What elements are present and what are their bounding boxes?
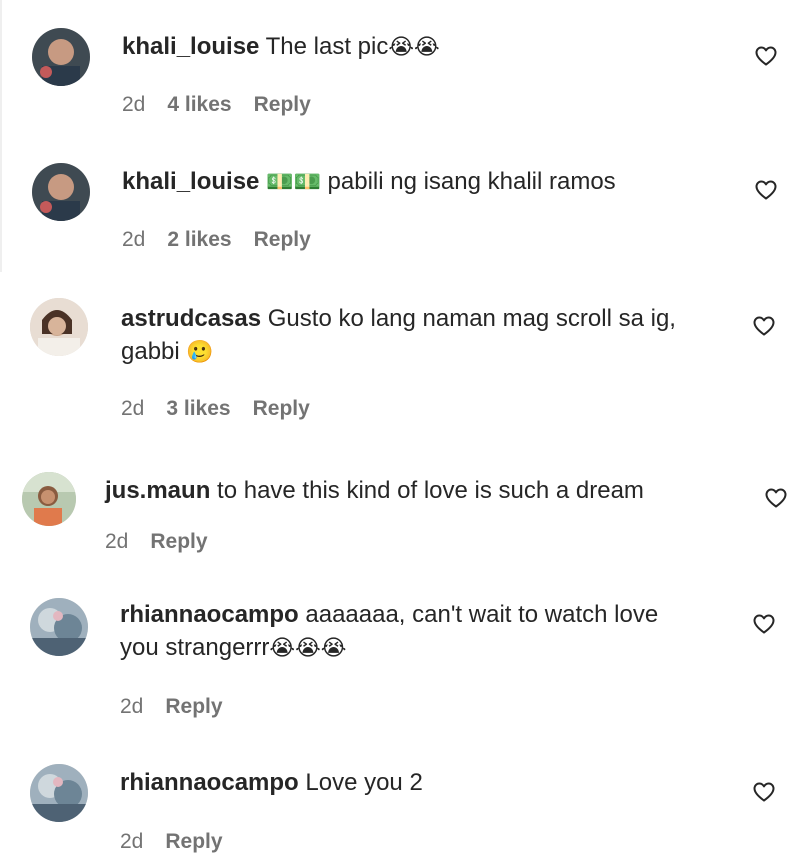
comment-body: rhiannaocampo aaaaaaa, can't wait to wat…	[120, 598, 740, 665]
comment-time: 2d	[122, 228, 146, 251]
reply-thread-line	[0, 0, 2, 272]
comment-username[interactable]: astrudcasas	[121, 305, 261, 332]
avatar[interactable]	[30, 598, 88, 656]
comment-username[interactable]: khali_louise	[122, 33, 259, 60]
comment-body: khali_louise 💵💵 pabili ng isang khalil r…	[122, 165, 616, 199]
crying-emoji: 😭😭😭	[269, 636, 347, 661]
heart-outline-icon[interactable]	[754, 44, 778, 68]
comment-text: pabili ng isang khalil ramos	[327, 168, 616, 195]
comment-username[interactable]: rhiannaocampo	[120, 769, 299, 796]
smiling-tear-emoji: 🥲	[186, 340, 214, 365]
comment-text-continued: gabbi	[121, 338, 180, 365]
comment-time: 2d	[105, 530, 129, 553]
heart-outline-icon[interactable]	[752, 780, 776, 804]
comment-text-continued: you strangerrr	[120, 634, 270, 661]
comment-likes[interactable]: 2 likes	[167, 228, 231, 252]
reply-button[interactable]: Reply	[254, 93, 311, 117]
comment-meta: 2d Reply	[120, 695, 223, 719]
comment-username[interactable]: rhiannaocampo	[120, 601, 299, 628]
reply-button[interactable]: Reply	[150, 530, 207, 554]
crying-emoji: 😭😭	[388, 35, 440, 60]
avatar[interactable]	[30, 764, 88, 822]
comment-text: to have this kind of love is such a drea…	[217, 477, 644, 504]
comment-text: Gusto ko lang naman mag scroll sa ig,	[267, 305, 676, 332]
comment-body: jus.maun to have this kind of love is su…	[105, 474, 644, 507]
comment-text: The last pic	[265, 33, 389, 60]
heart-outline-icon[interactable]	[754, 178, 778, 202]
comment-username[interactable]: khali_louise	[122, 168, 259, 195]
comment-time: 2d	[121, 397, 145, 420]
comment-time: 2d	[120, 830, 144, 853]
reply-button[interactable]: Reply	[254, 228, 311, 252]
heart-outline-icon[interactable]	[752, 612, 776, 636]
reply-button[interactable]: Reply	[253, 397, 310, 421]
comment-meta: 2d 3 likes Reply	[121, 397, 310, 421]
comment-time: 2d	[122, 93, 146, 116]
avatar[interactable]	[22, 472, 76, 526]
comment-time: 2d	[120, 695, 144, 718]
comment-body: astrudcasas Gusto ko lang naman mag scro…	[121, 302, 741, 369]
money-emoji: 💵💵	[266, 170, 321, 195]
comment-text: Love you 2	[305, 769, 423, 796]
comment-meta: 2d Reply	[105, 530, 208, 554]
comment-username[interactable]: jus.maun	[105, 477, 210, 504]
comment-body: khali_louise The last pic😭😭	[122, 30, 440, 64]
comment-likes[interactable]: 3 likes	[166, 397, 230, 421]
reply-button[interactable]: Reply	[165, 695, 222, 719]
heart-outline-icon[interactable]	[752, 314, 776, 338]
reply-button[interactable]: Reply	[165, 830, 222, 854]
comment-text: aaaaaaa, can't wait to watch love	[305, 601, 659, 628]
comment-body: rhiannaocampo Love you 2	[120, 766, 423, 799]
comment-meta: 2d 4 likes Reply	[122, 93, 311, 117]
avatar[interactable]	[30, 298, 88, 356]
comment-meta: 2d Reply	[120, 830, 223, 854]
avatar[interactable]	[32, 28, 90, 86]
avatar[interactable]	[32, 163, 90, 221]
comment-likes[interactable]: 4 likes	[167, 93, 231, 117]
heart-outline-icon[interactable]	[764, 486, 788, 510]
comment-meta: 2d 2 likes Reply	[122, 228, 311, 252]
